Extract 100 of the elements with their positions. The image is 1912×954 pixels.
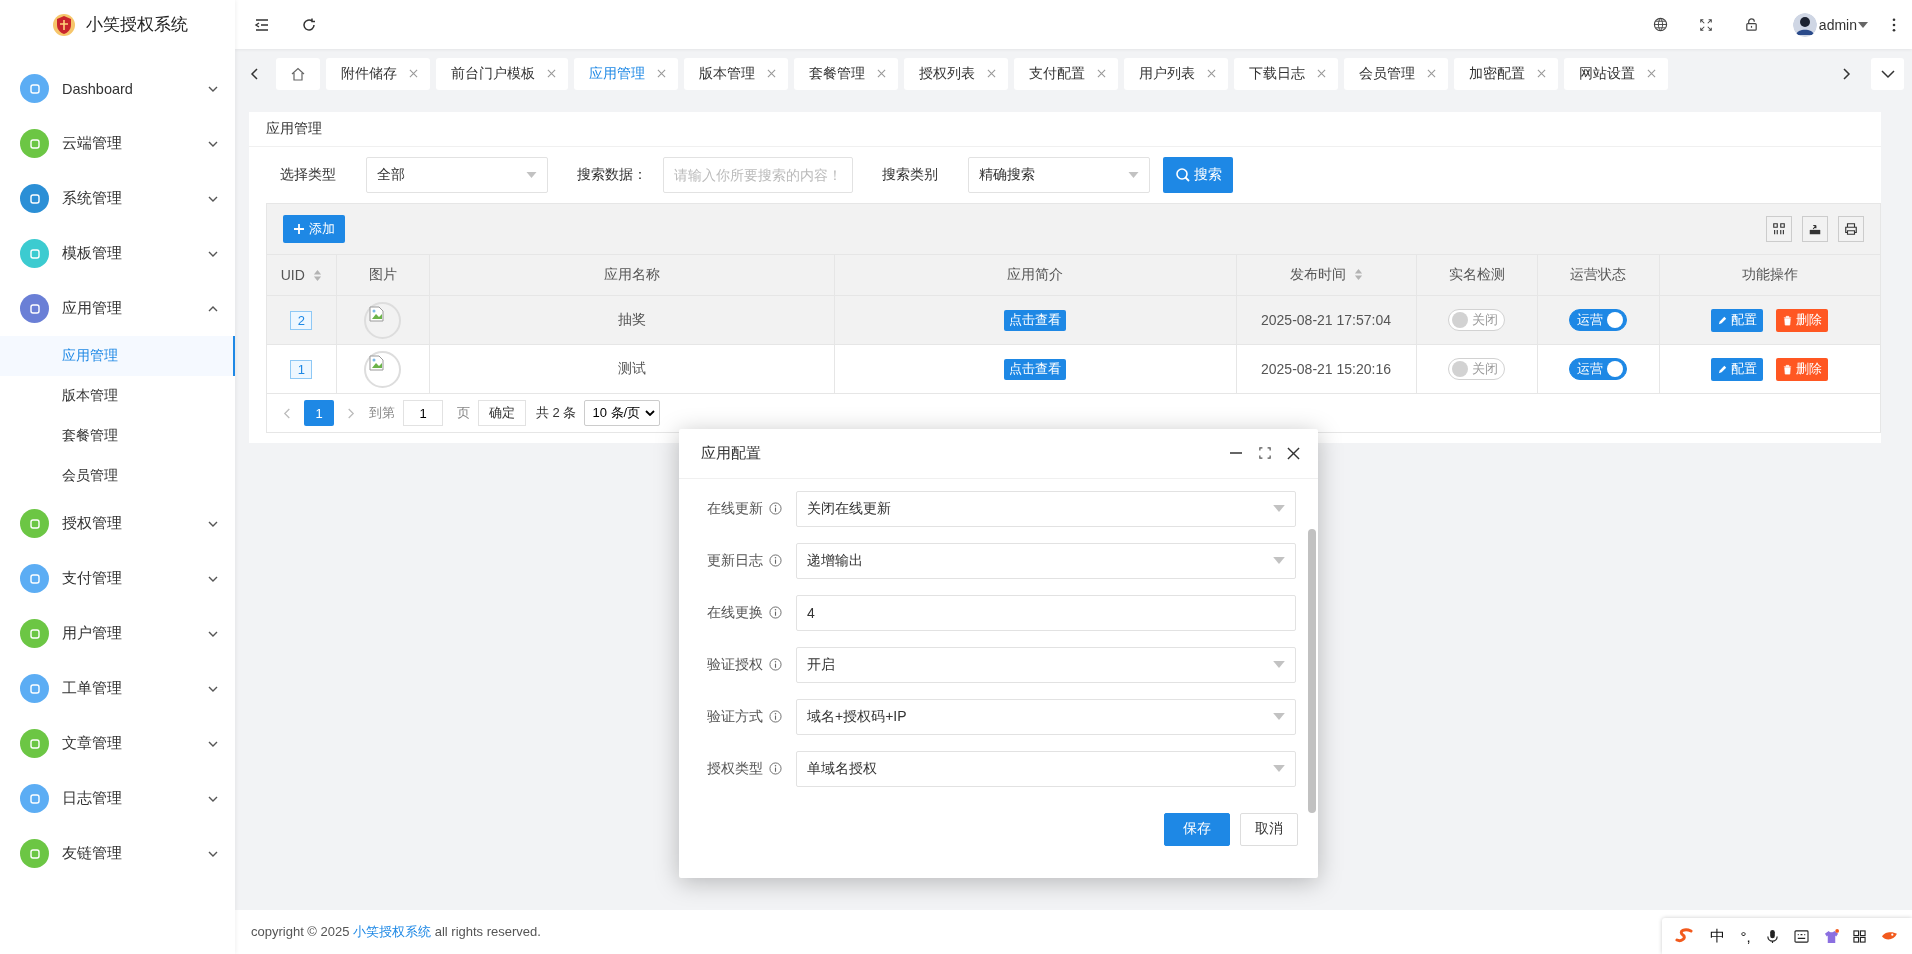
keyboard-icon[interactable] — [1793, 929, 1809, 943]
submenu-item[interactable]: 应用管理 — [0, 336, 235, 376]
scrollbar-thumb[interactable] — [1308, 528, 1316, 813]
square-glyph-icon — [28, 737, 41, 750]
select-field[interactable]: 关闭在线更新 — [796, 490, 1296, 527]
prev-page-icon[interactable] — [283, 406, 292, 420]
avatar-icon[interactable] — [1792, 12, 1817, 37]
more-icon[interactable] — [1892, 17, 1896, 32]
save-button[interactable]: 保存 — [1164, 812, 1230, 846]
input-field[interactable]: 4 — [796, 594, 1296, 631]
chevron-down-icon — [1880, 68, 1895, 79]
fullscreen-icon[interactable] — [1698, 17, 1713, 32]
sidebar-item[interactable]: 日志管理 — [0, 771, 235, 826]
shirt-icon[interactable] — [1823, 928, 1839, 944]
globe-icon[interactable] — [1652, 17, 1668, 32]
ime-punctuation[interactable]: °, — [1740, 927, 1751, 945]
config-button[interactable]: 配置 — [1711, 308, 1764, 332]
sidebar-item[interactable]: 用户管理 — [0, 606, 235, 661]
page-tab[interactable]: 前台门户模板 — [436, 57, 568, 90]
page-tab[interactable]: 会员管理 — [1344, 57, 1448, 90]
scroll-right-icon[interactable] — [1841, 66, 1851, 81]
sidebar-item[interactable]: 系统管理 — [0, 171, 235, 226]
home-tab[interactable] — [276, 57, 320, 90]
select-field[interactable]: 全部 — [366, 157, 548, 193]
page-tab[interactable]: 套餐管理 — [794, 57, 898, 90]
page-size-select[interactable]: 10 条/页 — [584, 400, 661, 426]
tab-dropdown-button[interactable] — [1871, 57, 1904, 90]
column-header: 图片 — [336, 255, 429, 296]
close-icon[interactable] — [1287, 446, 1300, 460]
sidebar-item[interactable]: 应用管理 — [0, 281, 235, 336]
sidebar-item[interactable]: 模板管理 — [0, 226, 235, 281]
refresh-icon[interactable] — [301, 16, 317, 33]
search-icon — [1174, 167, 1191, 183]
sidebar-item[interactable]: Dashboard — [0, 61, 235, 116]
menu-fold-icon[interactable] — [254, 16, 270, 33]
page-tab[interactable]: 授权列表 — [904, 57, 1008, 90]
submenu-item[interactable]: 会员管理 — [0, 456, 235, 496]
sidebar-item[interactable]: 文章管理 — [0, 716, 235, 771]
total-count: 共 2 条 — [536, 404, 577, 422]
page-tab[interactable]: 版本管理 — [684, 57, 788, 90]
ime-mode[interactable]: 中 — [1710, 926, 1726, 946]
toggle-switch[interactable]: 运营 — [1569, 358, 1627, 380]
user-menu[interactable]: admin — [1818, 16, 1868, 33]
page-number[interactable]: 1 — [304, 400, 334, 426]
page-tab[interactable]: 加密配置 — [1454, 57, 1558, 90]
lock-icon[interactable] — [1743, 17, 1759, 32]
export-button[interactable] — [1802, 216, 1828, 242]
footer-link[interactable]: 小笑授权系统 — [353, 924, 432, 939]
next-page-icon[interactable] — [346, 406, 355, 420]
search-field[interactable]: 请输入你所要搜索的内容！ — [663, 157, 853, 193]
sort-icon[interactable] — [312, 269, 322, 282]
sidebar-item[interactable]: 授权管理 — [0, 496, 235, 551]
column-header: 运营状态 — [1537, 255, 1659, 296]
select-field[interactable]: 单域名授权 — [796, 750, 1296, 787]
goto-label: 到第 — [369, 404, 395, 422]
sidebar-item[interactable]: 友链管理 — [0, 826, 235, 881]
submenu-item[interactable]: 版本管理 — [0, 376, 235, 416]
sidebar-item[interactable]: 支付管理 — [0, 551, 235, 606]
filter-label: 搜索类别 — [882, 166, 938, 184]
cancel-button[interactable]: 取消 — [1240, 812, 1298, 846]
maximize-icon[interactable] — [1259, 447, 1271, 460]
select-field[interactable]: 域名+授权码+IP — [796, 698, 1296, 735]
column-header: 应用简介 — [834, 255, 1236, 296]
table-row[interactable]: 2 抽奖 点击查看 2025-08-21 17:57:04 关闭 运营 配置 删除 — [267, 295, 1880, 345]
square-glyph-icon — [28, 247, 41, 260]
submenu-item[interactable]: 套餐管理 — [0, 416, 235, 456]
add-button[interactable]: 添加 — [283, 215, 345, 243]
confirm-button[interactable]: 确定 — [478, 400, 526, 426]
info-icon — [769, 554, 782, 568]
square-glyph-icon — [28, 137, 41, 150]
sort-icon[interactable] — [1353, 268, 1363, 281]
square-glyph-icon — [28, 517, 41, 530]
page-tab[interactable]: 网站设置 — [1564, 57, 1668, 90]
view-button[interactable]: 点击查看 — [1004, 358, 1066, 380]
sidebar-item[interactable]: 云端管理 — [0, 116, 235, 171]
print-button[interactable] — [1838, 216, 1864, 242]
column-header: 实名检测 — [1416, 255, 1537, 296]
select-field[interactable]: 精确搜索 — [968, 157, 1150, 193]
select-field[interactable]: 开启 — [796, 646, 1296, 683]
page-tab[interactable]: 附件储存 — [326, 57, 430, 90]
select-field[interactable]: 递增输出 — [796, 542, 1296, 579]
search-button[interactable]: 搜索 — [1163, 157, 1233, 193]
scroll-left-icon[interactable] — [250, 66, 260, 81]
toggle-switch[interactable]: 运营 — [1569, 309, 1627, 331]
sidebar-item[interactable]: 工单管理 — [0, 661, 235, 716]
page-input[interactable]: 1 — [403, 400, 443, 426]
grid-icon[interactable] — [1853, 929, 1867, 943]
column-header: 发布时间 — [1236, 255, 1416, 296]
page-tab[interactable]: 应用管理 — [574, 57, 678, 90]
table-row[interactable]: 1 测试 点击查看 2025-08-21 15:20:16 关闭 运营 配置 删除 — [267, 344, 1880, 394]
field-label: 授权类型 — [707, 759, 764, 778]
view-button[interactable]: 点击查看 — [1004, 309, 1066, 331]
square-glyph-icon — [28, 682, 41, 695]
page-tab[interactable]: 支付配置 — [1014, 57, 1118, 90]
caret-icon — [1128, 172, 1139, 178]
config-button[interactable]: 配置 — [1711, 357, 1764, 381]
microphone-icon[interactable] — [1765, 928, 1779, 944]
columns-button[interactable] — [1766, 216, 1792, 242]
page-tab[interactable]: 用户列表 — [1124, 57, 1228, 90]
page-tab[interactable]: 下载日志 — [1234, 57, 1338, 90]
